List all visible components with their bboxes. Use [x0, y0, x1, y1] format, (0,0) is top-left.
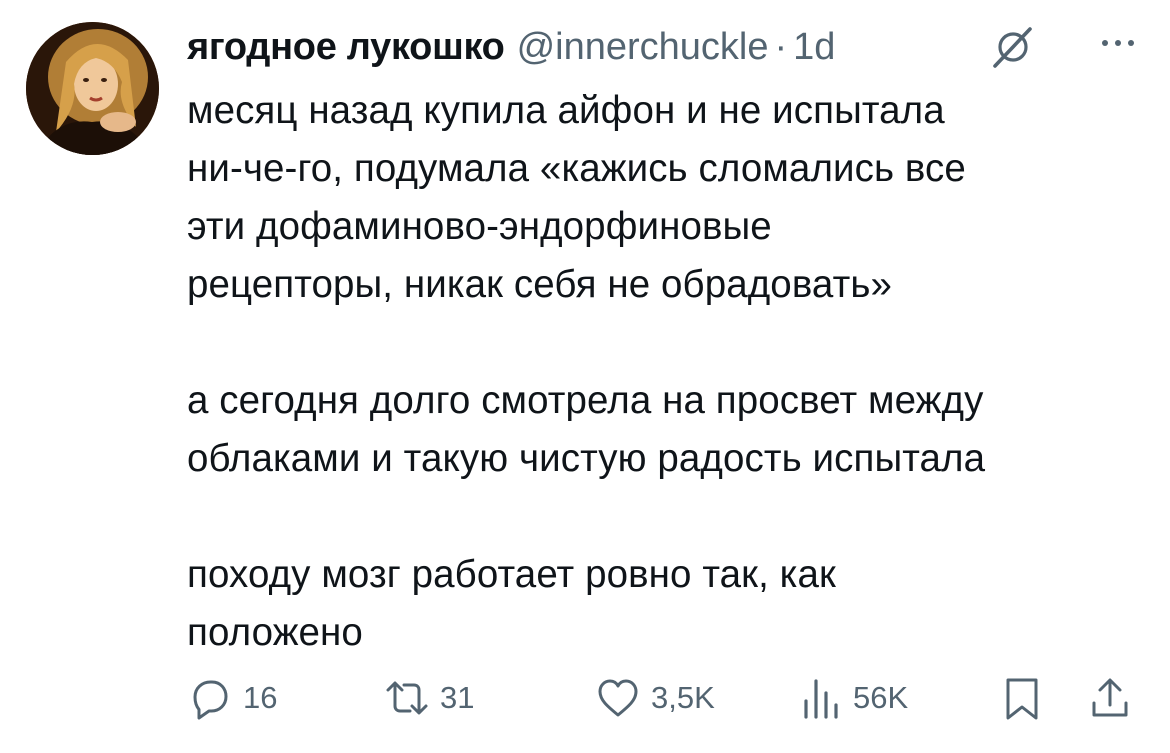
tweet-header: ягодное лукошко @innerchuckle · 1d: [187, 22, 1150, 72]
tweet-line: месяц назад купила айфон и не испытала: [187, 89, 945, 132]
action-bar: 16 31 3,5K 56K: [187, 670, 1147, 726]
heart-icon: [598, 679, 638, 717]
bookmark-icon: [1006, 678, 1038, 720]
header-separator: ·: [774, 25, 788, 68]
tweet-line: эти дофаминово-эндорфиновые: [187, 205, 772, 248]
retweet-count: 31: [440, 680, 475, 715]
tweet-line: облаками и такую чистую радость испытала: [187, 437, 986, 480]
reply-icon: [193, 680, 228, 720]
avatar[interactable]: [26, 22, 159, 155]
avatar-image: [26, 22, 159, 155]
views-count: 56K: [853, 680, 909, 715]
tweet-card: ягодное лукошко @innerchuckle · 1d месяц…: [0, 0, 1170, 753]
tweet-line: а сегодня долго смотрела на просвет межд…: [187, 379, 984, 422]
tweet-line: положено: [187, 611, 363, 654]
author-handle[interactable]: @innerchuckle: [517, 26, 769, 69]
more-icon[interactable]: [1098, 28, 1138, 58]
reply-button[interactable]: 16: [187, 670, 277, 726]
views-icon: [804, 679, 838, 719]
tweet-timestamp[interactable]: 1d: [793, 26, 835, 69]
author-display-name[interactable]: ягодное лукошко: [187, 26, 505, 69]
grok-icon[interactable]: [989, 24, 1035, 70]
tweet-text: месяц назад купила айфон и не испытала н…: [187, 82, 1152, 662]
bookmark-button[interactable]: [999, 670, 1045, 726]
tweet-line: ни-че-го, подумала «кажись сломались все: [187, 147, 966, 190]
views-button[interactable]: 56K: [797, 670, 908, 726]
tweet-line: походу мозг работает ровно так, как: [187, 553, 836, 596]
retweet-icon: [386, 681, 428, 715]
like-button[interactable]: 3,5K: [595, 670, 715, 726]
retweet-button[interactable]: 31: [384, 670, 474, 726]
share-icon: [1092, 678, 1128, 717]
share-button[interactable]: [1087, 670, 1133, 726]
tweet-line: рецепторы, никак себя не обрадовать»: [187, 263, 893, 306]
reply-count: 16: [243, 680, 278, 715]
like-count: 3,5K: [651, 680, 715, 715]
